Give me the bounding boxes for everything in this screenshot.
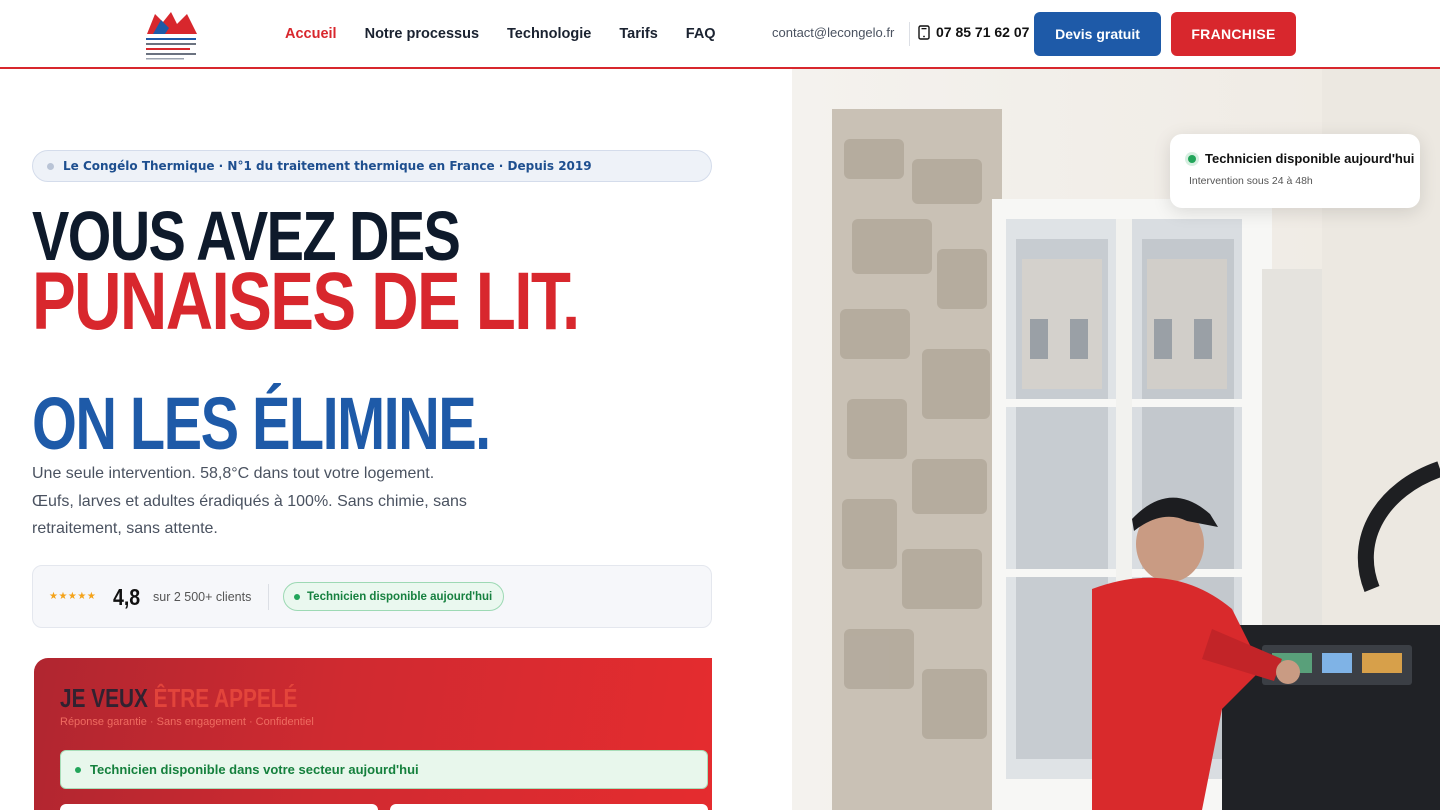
hero-lead-line-3: retraitement, sans attente. [32, 520, 218, 537]
form-title-accent: ÊTRE APPELÉ [153, 683, 298, 713]
rating-bar: ★★★★★ 4,8 sur 2 500+ clients Technicien … [32, 565, 712, 628]
hero-badge: Le Congélo Thermique · N°1 du traitement… [32, 150, 712, 182]
form-field-phone[interactable] [390, 804, 708, 810]
nav-tarifs[interactable]: Tarifs [619, 26, 657, 42]
headline-line-3: ON LES ÉLIMINE. [32, 382, 491, 465]
availability-card: Technicien disponible aujourd'hui Interv… [1170, 134, 1420, 208]
rating-score: 4,8 [113, 584, 141, 610]
contact-email-link[interactable]: contact@lecongelo.fr [772, 25, 894, 40]
callback-form-title: JE VEUX ÊTRE APPELÉ [60, 683, 297, 714]
form-availability-banner: Technicien disponible dans votre secteur… [60, 750, 708, 789]
nav-accueil[interactable]: Accueil [285, 26, 337, 42]
hero-lead-line-2: Œufs, larves et adultes éradiqués à 100%… [32, 492, 467, 510]
status-dot [75, 766, 81, 773]
rating-subtext: sur 2 500+ clients [153, 590, 252, 604]
devis-gratuit-button[interactable]: Devis gratuit [1034, 12, 1161, 56]
hero-lead: Une seule intervention. 58,8°C dans tout… [32, 460, 472, 543]
headline-line-2: PUNAISES DE LIT. [32, 256, 580, 347]
rating-divider [268, 584, 269, 610]
availability-pill: Technicien disponible aujourd'hui [283, 582, 505, 611]
availability-card-title: Technicien disponible aujourd'hui [1205, 151, 1415, 166]
availability-card-subtitle: Intervention sous 24 à 48h [1189, 175, 1313, 187]
le-congelo-logo[interactable] [143, 8, 199, 62]
hero-badge-text: Le Congélo Thermique · N°1 du traitement… [63, 159, 592, 173]
form-title-prefix: JE VEUX [60, 683, 148, 713]
franchise-button[interactable]: FRANCHISE [1171, 12, 1296, 56]
nav-technologie[interactable]: Technologie [507, 26, 591, 42]
nav-notre-processus[interactable]: Notre processus [365, 26, 479, 42]
form-availability-text: Technicien disponible dans votre secteur… [90, 762, 419, 777]
hero-image-fade [712, 69, 792, 810]
availability-pill-label: Technicien disponible aujourd'hui [307, 590, 493, 603]
phone-icon [918, 24, 930, 40]
status-dot [294, 593, 300, 600]
callback-form-subtitle: Réponse garantie · Sans engagement · Con… [60, 716, 314, 728]
nav-faq[interactable]: FAQ [686, 26, 716, 42]
status-dot [1188, 154, 1196, 163]
hero-lead-line-1: Une seule intervention. 58,8°C dans tout… [32, 465, 435, 482]
phone-link[interactable]: 07 85 71 62 07 [918, 24, 1029, 40]
badge-dot [47, 162, 54, 170]
rating-stars: ★★★★★ [49, 591, 97, 602]
main-nav: Accueil Notre processus Technologie Tari… [285, 0, 744, 67]
callback-form-card: JE VEUX ÊTRE APPELÉ Réponse garantie · S… [34, 658, 712, 810]
phone-number: 07 85 71 62 07 [936, 24, 1030, 40]
header-divider [909, 22, 910, 46]
site-header: Accueil Notre processus Technologie Tari… [0, 0, 1440, 69]
form-field-name[interactable] [60, 804, 378, 810]
